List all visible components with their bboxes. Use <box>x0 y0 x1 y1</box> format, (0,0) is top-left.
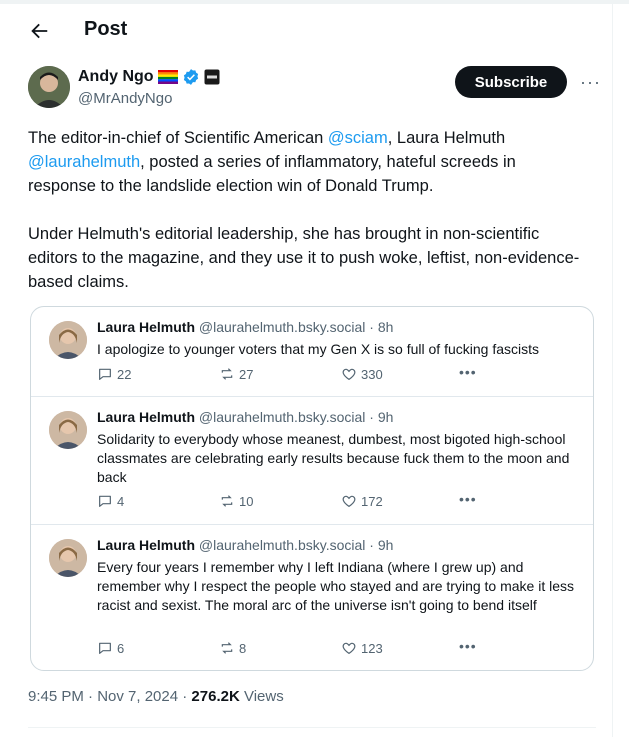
embedded-post-header: Laura Helmuth @laurahelmuth.bsky.social … <box>97 537 393 553</box>
author-handle[interactable]: @MrAndyNgo <box>78 90 172 107</box>
tweet-text-segment: , Laura Helmuth <box>387 129 506 147</box>
repost-count-value: 27 <box>239 366 254 382</box>
embedded-author-name: Laura Helmuth <box>97 537 196 553</box>
avatar <box>49 539 87 577</box>
views-label: Views <box>239 688 284 705</box>
embedded-image[interactable]: Laura Helmuth @laurahelmuth.bsky.social … <box>30 306 594 671</box>
reply-count-value: 4 <box>117 493 125 509</box>
embedded-post-header: Laura Helmuth @laurahelmuth.bsky.social … <box>97 409 393 425</box>
embedded-timestamp: · 8h <box>369 319 394 335</box>
like-count: 123 <box>341 640 383 656</box>
embedded-post: Laura Helmuth @laurahelmuth.bsky.social … <box>31 397 593 525</box>
name-row: Andy Ngo <box>78 68 220 86</box>
heart-icon <box>342 495 356 508</box>
embedded-post: Laura Helmuth @laurahelmuth.bsky.social … <box>31 525 593 670</box>
repost-icon <box>221 495 233 507</box>
divider <box>28 727 596 728</box>
more-dots-icon: ••• <box>459 491 477 507</box>
rainbow-flag-icon <box>157 70 178 84</box>
author-name[interactable]: Andy Ngo <box>78 68 154 86</box>
reply-count: 22 <box>97 366 131 382</box>
like-count: 172 <box>341 493 383 509</box>
post-metadata: 9:45 PM · Nov 7, 2024 · 276.2K Views <box>28 688 284 705</box>
embedded-post: Laura Helmuth @laurahelmuth.bsky.social … <box>31 307 593 397</box>
top-border <box>0 0 629 4</box>
embedded-author-handle: @laurahelmuth.bsky.social <box>198 409 366 425</box>
embedded-post-text: Solidarity to everybody whose meanest, d… <box>97 431 570 485</box>
reply-count-value: 6 <box>117 640 125 656</box>
embedded-timestamp: · 9h <box>369 409 394 425</box>
tweet-text-segment: The editor-in-chief of Scientific Americ… <box>28 129 328 147</box>
embedded-post-text: Every four years I remember why I left I… <box>97 559 575 613</box>
reply-icon <box>99 642 111 654</box>
like-count-value: 172 <box>361 493 383 509</box>
embedded-actions: 6 8 123 ••• <box>97 638 577 660</box>
repost-icon <box>221 368 233 380</box>
author-row: Andy Ngo @MrAndyNgo Subscribe ··· <box>28 66 604 112</box>
subscribe-button[interactable]: Subscribe <box>455 66 567 98</box>
tweet-paragraph-1: The editor-in-chief of Scientific Americ… <box>28 126 588 198</box>
embedded-actions: 4 10 172 ••• <box>97 491 577 513</box>
repost-count: 27 <box>219 366 253 382</box>
repost-icon <box>221 642 233 654</box>
heart-icon <box>342 368 356 381</box>
embedded-post-text: I apologize to younger voters that my Ge… <box>97 341 539 357</box>
repost-count: 8 <box>219 640 246 656</box>
repost-count-value: 8 <box>239 640 247 656</box>
reply-icon <box>99 368 111 380</box>
avatar <box>49 321 87 359</box>
views-count: 276.2K <box>191 688 240 705</box>
timeline-border <box>612 0 613 737</box>
embedded-author-name: Laura Helmuth <box>97 409 196 425</box>
avatar-image <box>28 66 70 108</box>
more-dots-icon[interactable]: ··· <box>580 72 601 93</box>
embedded-timestamp: · 9h <box>369 537 394 553</box>
tweet-paragraph-2: Under Helmuth's editorial leadership, sh… <box>28 225 580 291</box>
like-count-value: 123 <box>361 640 383 656</box>
verified-badge-icon[interactable] <box>182 68 200 86</box>
reply-count: 6 <box>97 640 124 656</box>
heart-icon <box>342 642 356 655</box>
reply-count: 4 <box>97 493 124 509</box>
embedded-post-header: Laura Helmuth @laurahelmuth.bsky.social … <box>97 319 393 335</box>
embedded-author-name: Laura Helmuth <box>97 319 196 335</box>
embedded-author-handle: @laurahelmuth.bsky.social <box>198 319 366 335</box>
reply-count-value: 22 <box>117 366 132 382</box>
post-header: Post <box>0 8 612 52</box>
reply-icon <box>99 495 111 507</box>
like-count-value: 330 <box>361 366 383 382</box>
more-dots-icon: ••• <box>459 364 477 380</box>
tweet-text: The editor-in-chief of Scientific Americ… <box>28 126 588 294</box>
like-count: 330 <box>341 366 383 382</box>
repost-count: 10 <box>219 493 253 509</box>
embedded-author-handle: @laurahelmuth.bsky.social <box>198 537 366 553</box>
repost-count-value: 10 <box>239 493 254 509</box>
avatar[interactable] <box>28 66 70 108</box>
avatar <box>49 411 87 449</box>
mention-link[interactable]: @laurahelmuth <box>28 153 140 171</box>
mention-link[interactable]: @sciam <box>328 129 388 147</box>
arrow-left-icon[interactable] <box>28 20 50 42</box>
page-title: Post <box>84 18 128 40</box>
more-dots-icon: ••• <box>459 638 477 654</box>
embedded-actions: 22 27 330 ••• <box>97 364 577 386</box>
affiliate-badge-icon[interactable] <box>204 69 220 85</box>
post-timestamp[interactable]: 9:45 PM · Nov 7, 2024 · <box>28 688 191 705</box>
